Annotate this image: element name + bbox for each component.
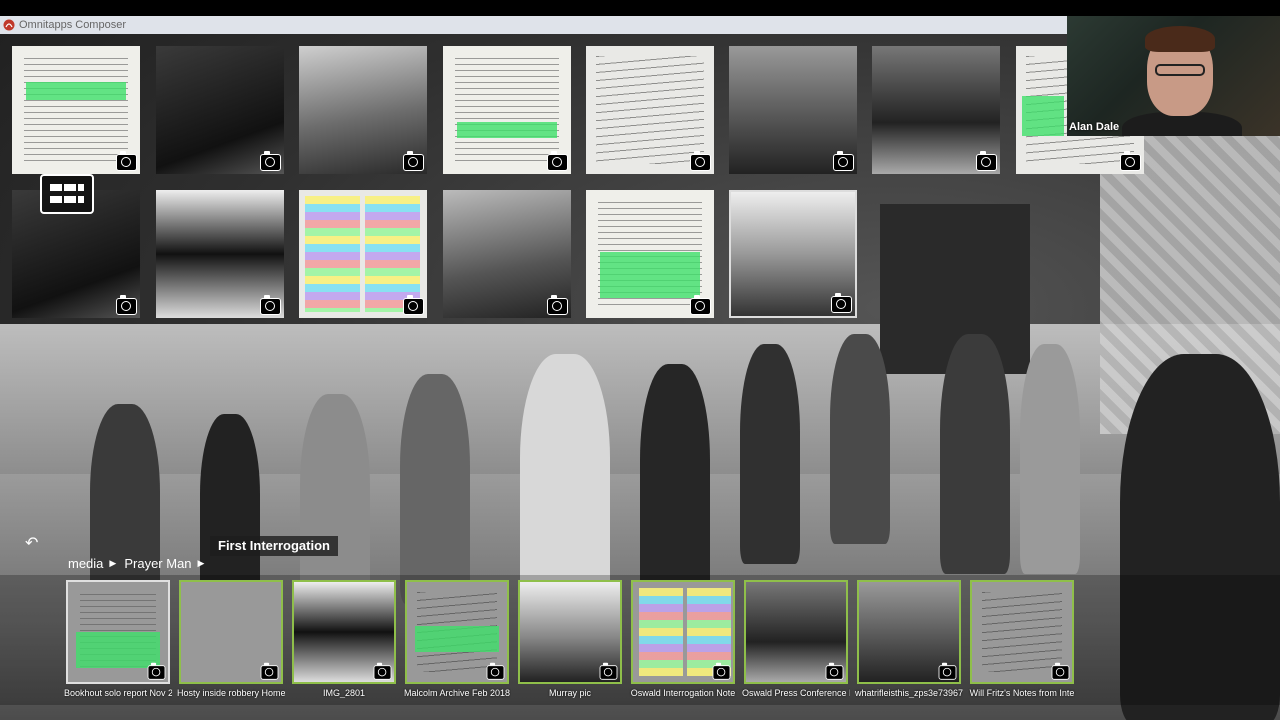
media-thumbnail[interactable] bbox=[586, 190, 714, 318]
app-title: Omnitapps Composer bbox=[19, 19, 126, 31]
participant-name: Alan Dale bbox=[1069, 121, 1120, 133]
camera-icon[interactable] bbox=[116, 295, 137, 315]
filmstrip-item-label: Hosty inside robbery Home bbox=[177, 688, 285, 698]
filmstrip-item-label: Bookhout solo report Nov 2 bbox=[64, 688, 172, 698]
camera-icon[interactable] bbox=[260, 662, 279, 680]
camera-icon[interactable] bbox=[976, 151, 997, 171]
media-thumbnail[interactable] bbox=[443, 190, 571, 318]
camera-icon[interactable] bbox=[547, 295, 568, 315]
filmstrip-item[interactable] bbox=[405, 580, 509, 684]
filmstrip-item-label: Malcolm Archive Feb 2018 bbox=[403, 688, 511, 698]
back-arrow-icon[interactable]: ↶ bbox=[25, 536, 43, 552]
media-thumbnail[interactable] bbox=[12, 46, 140, 174]
camera-icon[interactable] bbox=[825, 662, 844, 680]
filmstrip-item[interactable] bbox=[66, 580, 170, 684]
breadcrumb-item-media[interactable]: media bbox=[68, 556, 103, 571]
camera-icon[interactable] bbox=[938, 662, 957, 680]
camera-icon[interactable] bbox=[116, 151, 137, 171]
filmstrip-item-label: Oswald Interrogation Note bbox=[630, 688, 736, 698]
filmstrip-item[interactable] bbox=[292, 580, 396, 684]
filmstrip-item-label: IMG_2801 bbox=[322, 688, 366, 698]
camera-icon[interactable] bbox=[260, 151, 281, 171]
filmstrip-item[interactable] bbox=[179, 580, 283, 684]
camera-icon[interactable] bbox=[833, 151, 854, 171]
camera-icon[interactable] bbox=[486, 662, 505, 680]
grid-view-toggle-icon[interactable] bbox=[40, 174, 94, 214]
filmstrip-item[interactable] bbox=[857, 580, 961, 684]
camera-icon[interactable] bbox=[690, 151, 711, 171]
filmstrip-item[interactable] bbox=[970, 580, 1074, 684]
media-thumbnail[interactable] bbox=[729, 190, 857, 318]
media-thumbnail[interactable] bbox=[299, 46, 427, 174]
camera-icon[interactable] bbox=[147, 662, 166, 680]
media-thumbnail[interactable] bbox=[729, 46, 857, 174]
camera-icon[interactable] bbox=[690, 295, 711, 315]
media-thumbnail[interactable] bbox=[156, 190, 284, 318]
app-logo-icon bbox=[3, 19, 15, 31]
breadcrumb-item-prayer-man[interactable]: Prayer Man bbox=[124, 556, 191, 571]
media-thumbnail[interactable] bbox=[299, 190, 427, 318]
filmstrip-item-label: Oswald Press Conference N bbox=[742, 688, 850, 698]
filmstrip-item[interactable] bbox=[631, 580, 735, 684]
current-item-title: First Interrogation bbox=[210, 536, 338, 556]
camera-icon[interactable] bbox=[260, 295, 281, 315]
camera-icon[interactable] bbox=[831, 293, 852, 313]
filmstrip-item-label: Will Fritz's Notes from Inte bbox=[969, 688, 1075, 698]
participant-video: Alan Dale bbox=[1067, 16, 1280, 136]
filmstrip-item[interactable] bbox=[518, 580, 622, 684]
chevron-right-icon: ▶ bbox=[109, 558, 117, 568]
camera-icon[interactable] bbox=[1120, 151, 1141, 171]
filmstrip-item-label: whatrifleisthis_zps3e73967 bbox=[855, 688, 963, 698]
breadcrumb: media ▶ Prayer Man ▶ bbox=[68, 556, 212, 571]
camera-icon[interactable] bbox=[403, 295, 424, 315]
filmstrip-item[interactable] bbox=[744, 580, 848, 684]
camera-icon[interactable] bbox=[712, 662, 731, 680]
media-thumbnail[interactable] bbox=[872, 46, 1000, 174]
camera-icon[interactable] bbox=[547, 151, 568, 171]
media-thumbnail[interactable] bbox=[156, 46, 284, 174]
media-thumbnail[interactable] bbox=[586, 46, 714, 174]
camera-icon[interactable] bbox=[599, 662, 618, 680]
chevron-right-icon: ▶ bbox=[197, 558, 205, 568]
camera-icon[interactable] bbox=[1051, 662, 1070, 680]
camera-icon[interactable] bbox=[403, 151, 424, 171]
media-thumbnail[interactable] bbox=[443, 46, 571, 174]
camera-icon[interactable] bbox=[373, 662, 392, 680]
top-black-bar bbox=[0, 0, 1280, 16]
filmstrip-item-label: Murray pic bbox=[548, 688, 591, 698]
